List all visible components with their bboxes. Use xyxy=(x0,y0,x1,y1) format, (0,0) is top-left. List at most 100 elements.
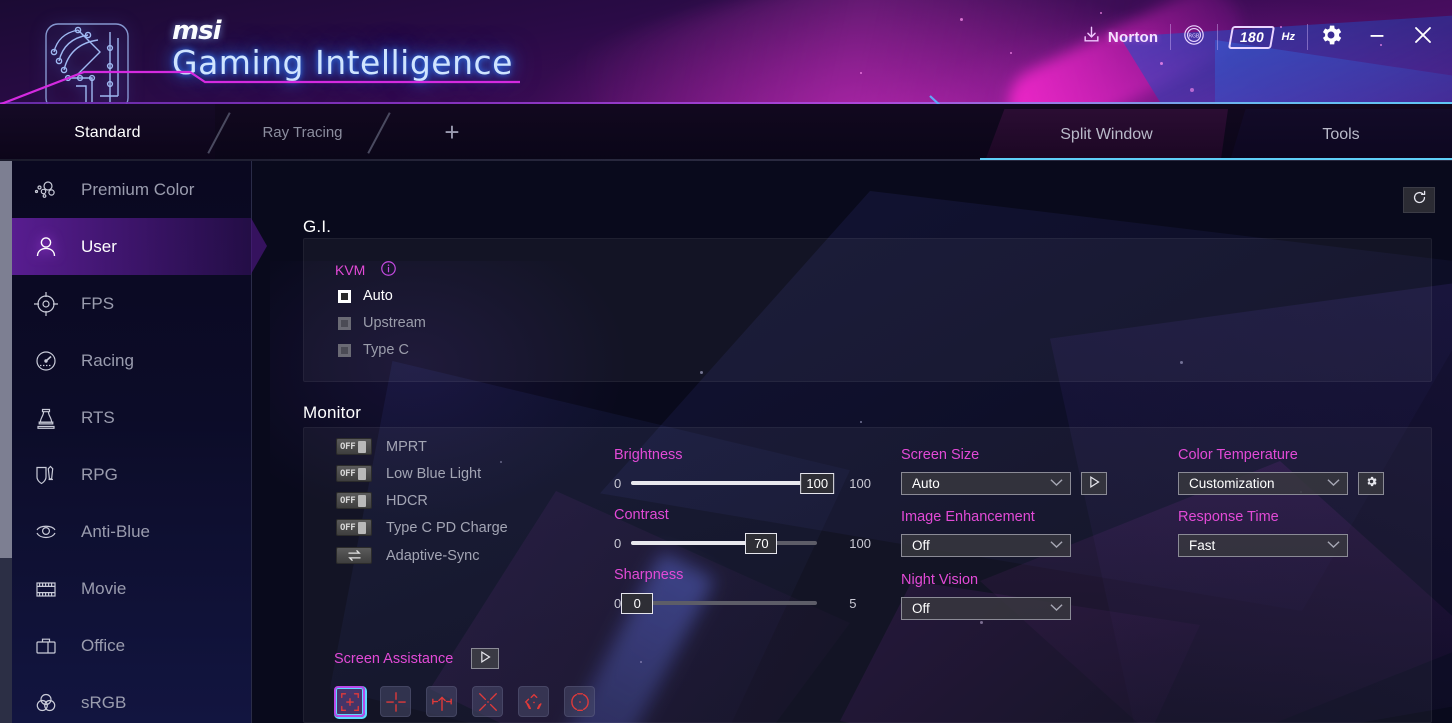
app-header: msi Gaming Intelligence Norton RGB 180 H… xyxy=(0,0,1452,104)
minimize-button[interactable] xyxy=(1354,14,1400,60)
toggle-row-mprt[interactable]: OFF MPRT xyxy=(336,438,427,455)
kvm-option-label: Auto xyxy=(363,288,393,304)
radio-selected-icon xyxy=(338,289,351,303)
slider-fill xyxy=(631,541,762,545)
field-screen-size: Screen Size Auto xyxy=(901,447,1107,495)
crosshair-x-icon[interactable] xyxy=(472,686,503,717)
sidebar-scrollbar-thumb[interactable] xyxy=(0,161,12,558)
sidebar-item-rts[interactable]: RTS xyxy=(12,389,251,446)
kvm-option-label: Type C xyxy=(363,342,409,358)
sidebar-item-office[interactable]: Office xyxy=(12,617,251,674)
play-icon xyxy=(480,650,491,668)
color-temperature-select[interactable]: Customization xyxy=(1178,472,1348,495)
slider-value-bubble[interactable]: 0 xyxy=(621,592,654,614)
toggle-off-icon[interactable]: OFF xyxy=(336,465,372,482)
sidebar-item-fps[interactable]: FPS xyxy=(12,275,251,332)
tab-ray-tracing[interactable]: Ray Tracing xyxy=(215,104,390,161)
sidebar-item-movie[interactable]: Movie xyxy=(12,560,251,617)
sidebar-item-srgb[interactable]: sRGB xyxy=(12,674,251,723)
slider-label: Brightness xyxy=(614,447,683,463)
crosshair-arrow-icon[interactable] xyxy=(426,686,457,717)
toggle-off-icon[interactable]: OFF xyxy=(336,438,372,455)
toggle-row-type-c-pd-charge[interactable]: OFF Type C PD Charge xyxy=(336,519,508,536)
info-icon[interactable] xyxy=(380,260,397,282)
download-icon xyxy=(1082,25,1101,49)
add-tab-button[interactable]: + xyxy=(420,104,484,161)
eye-icon xyxy=(29,515,63,549)
header-magenta-accent xyxy=(0,70,520,104)
kvm-option-upstream[interactable]: Upstream xyxy=(338,315,426,331)
sync-arrows-icon[interactable] xyxy=(336,547,372,564)
refresh-rate-button[interactable]: 180 Hz xyxy=(1218,17,1307,57)
slider-value-bubble[interactable]: 100 xyxy=(800,472,835,494)
mode-sidebar: Premium Color User FPS Racing RTS RPG An… xyxy=(12,161,267,723)
field-label: Response Time xyxy=(1178,509,1279,525)
film-strip-icon xyxy=(29,572,63,606)
tab-split-window[interactable]: Split Window xyxy=(985,109,1228,161)
kvm-label: KVM xyxy=(335,262,366,278)
field-night-vision: Night Vision Off xyxy=(901,572,1071,620)
sidebar-item-label: User xyxy=(81,236,117,256)
screen-size-select[interactable]: Auto xyxy=(901,472,1071,495)
sidebar-item-rpg[interactable]: RPG xyxy=(12,446,251,503)
radio-unselected-icon xyxy=(338,316,351,330)
toggle-label: Low Blue Light xyxy=(386,465,482,482)
sidebar-item-label: sRGB xyxy=(81,692,127,712)
msi-gaming-intelligence-window: msi Gaming Intelligence Norton RGB 180 H… xyxy=(0,0,1452,723)
sidebar-scrollbar-track[interactable] xyxy=(0,161,12,723)
crosshair-cross-icon[interactable] xyxy=(380,686,411,717)
slider-rail xyxy=(631,601,818,605)
crosshair-circle-icon[interactable] xyxy=(564,686,595,717)
crosshair-caret-icon[interactable] xyxy=(518,686,549,717)
srgb-venn-icon xyxy=(29,686,63,720)
rgb-button[interactable]: RGB xyxy=(1171,17,1217,57)
tab-standard[interactable]: Standard xyxy=(0,104,215,161)
toggle-row-low-blue-light[interactable]: OFF Low Blue Light xyxy=(336,465,481,482)
toggle-row-adaptive-sync[interactable]: Adaptive-Sync xyxy=(336,547,480,564)
sidebar-item-label: Anti-Blue xyxy=(81,521,150,541)
kvm-option-auto[interactable]: Auto xyxy=(338,288,393,304)
reset-icon xyxy=(1411,189,1428,211)
radio-unselected-icon xyxy=(338,343,351,357)
slider-track[interactable]: 100 xyxy=(631,472,835,494)
slider-label: Sharpness xyxy=(614,567,684,583)
slider-track[interactable]: 70 xyxy=(631,532,818,554)
response-time-select[interactable]: Fast xyxy=(1178,534,1348,557)
night-vision-select[interactable]: Off xyxy=(901,597,1071,620)
image-enhancement-select[interactable]: Off xyxy=(901,534,1071,557)
sidebar-item-premium-color[interactable]: Premium Color xyxy=(12,161,251,218)
sidebar-item-label: Premium Color xyxy=(81,179,195,199)
norton-button[interactable]: Norton xyxy=(1070,17,1170,57)
slider-fill xyxy=(631,481,818,485)
play-icon xyxy=(1089,475,1100,493)
tab-tools[interactable]: Tools xyxy=(1230,109,1452,161)
sidebar-item-racing[interactable]: Racing xyxy=(12,332,251,389)
close-button[interactable] xyxy=(1400,14,1446,60)
close-icon xyxy=(1411,23,1435,52)
screen-size-value: Auto xyxy=(912,476,940,491)
slider-brightness: Brightness 0 100 100 xyxy=(614,447,871,494)
svg-text:RGB: RGB xyxy=(1189,33,1200,39)
reset-button[interactable] xyxy=(1403,187,1435,213)
screen-assistance-label: Screen Assistance xyxy=(334,650,454,667)
refresh-rate-badge-icon: 180 xyxy=(1228,25,1276,49)
crosshair-corner-plus-icon[interactable] xyxy=(334,686,365,717)
screen-assistance-preview-button[interactable] xyxy=(471,648,500,669)
shield-sword-icon xyxy=(29,458,63,492)
slider-value-bubble[interactable]: 70 xyxy=(745,532,778,554)
chevron-down-icon xyxy=(1327,478,1340,490)
kvm-option-type-c[interactable]: Type C xyxy=(338,342,409,358)
toggle-row-hdcr[interactable]: OFF HDCR xyxy=(336,492,428,509)
color-temperature-settings-button[interactable] xyxy=(1358,472,1384,495)
sidebar-item-anti-blue[interactable]: Anti-Blue xyxy=(12,503,251,560)
screen-size-preview-button[interactable] xyxy=(1081,472,1107,495)
settings-content: G.I. KVM Auto Upstream Type C Monitor OF… xyxy=(253,161,1452,723)
toggle-off-icon[interactable]: OFF xyxy=(336,519,372,536)
field-response-time: Response Time Fast xyxy=(1178,509,1348,557)
toggle-off-icon[interactable]: OFF xyxy=(336,492,372,509)
toggle-knob xyxy=(358,521,367,534)
sidebar-item-user[interactable]: User xyxy=(12,218,267,275)
settings-button[interactable] xyxy=(1308,14,1354,60)
section-title-monitor: Monitor xyxy=(303,403,362,422)
slider-track[interactable]: 0 xyxy=(621,592,818,614)
